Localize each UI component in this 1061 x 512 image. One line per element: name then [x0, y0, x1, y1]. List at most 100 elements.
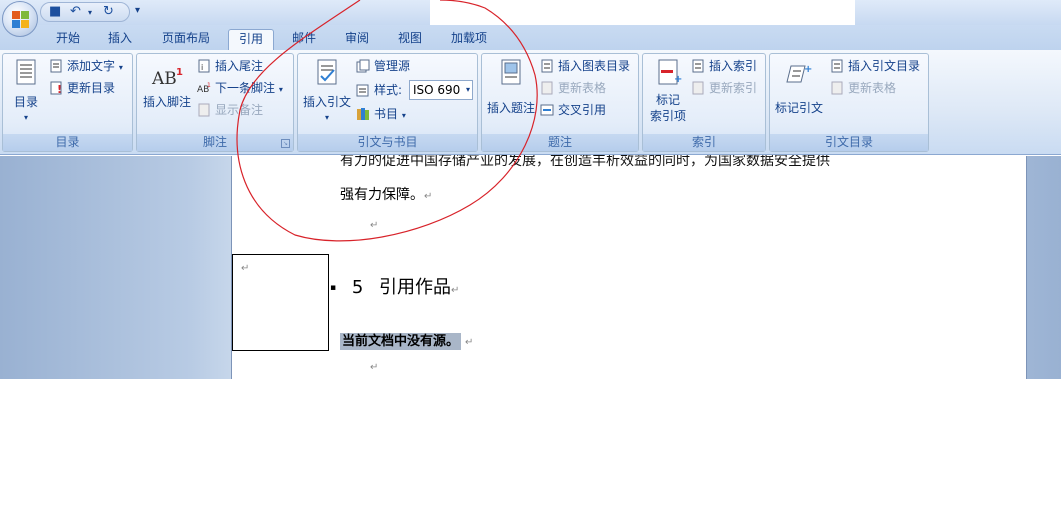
svg-text:i: i	[201, 63, 203, 72]
insert-index-icon	[691, 59, 706, 73]
insert-toa-icon	[830, 59, 845, 73]
insert-footnote-button[interactable]: AB 1 插入脚注	[141, 64, 193, 110]
tab-insert[interactable]: 插入	[102, 29, 138, 50]
footnotes-dialog-launcher-icon[interactable]: ↘	[281, 139, 290, 148]
insert-citation-label: 插入引文	[302, 95, 351, 109]
heading-5: ▪ 5 引用作品↵	[330, 273, 459, 299]
insert-index-label: 插入索引	[709, 59, 758, 73]
captions-update-table-button[interactable]: 更新表格	[540, 78, 606, 98]
tab-mailings[interactable]: 邮件	[286, 29, 322, 50]
paragraph-mark-icon: ↵	[370, 220, 379, 231]
tab-review[interactable]: 审阅	[339, 29, 375, 50]
footnote-icon: AB 1	[150, 64, 184, 90]
title-area	[430, 0, 855, 25]
heading-bullet: ▪	[330, 283, 337, 293]
update-toc-button[interactable]: ! 更新目录	[49, 78, 115, 98]
group-label-captions: 题注	[482, 134, 638, 151]
toc-icon	[12, 58, 40, 88]
insert-citation-icon	[313, 58, 341, 88]
show-notes-label: 显示备注	[215, 103, 264, 117]
no-sources-text[interactable]: 当前文档中没有源。	[340, 333, 462, 350]
show-notes-button[interactable]: 显示备注	[197, 100, 263, 120]
mark-entry-icon: +	[654, 58, 682, 88]
mark-citation-button[interactable]: + 标记引文	[772, 58, 826, 116]
insert-endnote-button[interactable]: i 插入尾注	[197, 56, 263, 76]
chevron-down-icon: ▾	[23, 113, 28, 122]
office-logo-icon	[12, 11, 29, 28]
undo-dropdown-icon[interactable]: ▾	[88, 8, 92, 17]
group-toc: 目录 ▾ 添加文字 ▾ ! 更新目录 目录	[2, 53, 133, 152]
tab-view[interactable]: 视图	[392, 29, 428, 50]
mark-citation-label: 标记引文	[774, 101, 823, 115]
redo-icon[interactable]: ↻	[103, 4, 114, 19]
insert-table-of-figures-label: 插入图表目录	[558, 59, 631, 73]
toc-button[interactable]: 目录 ▾	[7, 58, 45, 126]
add-text-label: 添加文字	[67, 59, 116, 73]
group-citations: 插入引文 ▾ 管理源 样式: ISO 690 ▾ 书目 ▾ 引文与书目	[297, 53, 478, 152]
tab-references[interactable]: 引用	[228, 29, 274, 50]
svg-text:AB: AB	[151, 69, 177, 89]
insert-endnote-label: 插入尾注	[215, 59, 264, 73]
paragraph-mark-icon: ↵	[424, 191, 433, 202]
chevron-down-icon: ▾	[324, 113, 329, 122]
mark-citation-icon: +	[785, 58, 813, 88]
insert-caption-button[interactable]: 插入题注	[484, 58, 538, 116]
group-label-index: 索引	[643, 134, 765, 151]
mark-entry-button[interactable]: + 标记 索引项	[645, 58, 691, 124]
update-index-button[interactable]: 更新索引	[691, 78, 757, 98]
bibliography-button[interactable]: 书目 ▾	[356, 104, 406, 124]
citation-style-value: ISO 690	[413, 83, 461, 97]
svg-text:1: 1	[207, 82, 211, 89]
endnote-icon: i	[197, 59, 212, 73]
office-button[interactable]	[2, 1, 38, 37]
insert-toa-button[interactable]: 插入引文目录	[830, 56, 920, 76]
heading-text: 引用作品	[379, 277, 452, 298]
insert-index-button[interactable]: 插入索引	[691, 56, 757, 76]
tab-home[interactable]: 开始	[50, 29, 86, 50]
no-sources-line: 当前文档中没有源。 ↵	[340, 330, 473, 350]
next-footnote-button[interactable]: AB 1 下一条脚注 ▾	[197, 78, 283, 98]
insert-caption-label: 插入题注	[486, 101, 535, 115]
update-table-icon	[540, 81, 555, 95]
text-box[interactable]: ↵	[232, 254, 329, 351]
bibliography-icon	[356, 107, 371, 121]
group-captions: 插入题注 插入图表目录 更新表格 交叉引用 题注	[481, 53, 639, 152]
insert-citation-button[interactable]: 插入引文 ▾	[300, 58, 354, 126]
paragraph-mark-icon: ↵	[451, 285, 460, 296]
group-index: + 标记 索引项 插入索引 更新索引 索引	[642, 53, 766, 152]
toa-update-table-button[interactable]: 更新表格	[830, 78, 896, 98]
paragraph-text: 强有力保障。	[340, 187, 424, 203]
group-footnotes: AB 1 插入脚注 i 插入尾注 AB 1 下一条脚注 ▾ 显示备注 脚注 ↘	[136, 53, 294, 152]
chevron-down-icon: ▾	[465, 85, 470, 94]
citation-style-select[interactable]: ISO 690 ▾	[409, 80, 473, 100]
insert-toa-label: 插入引文目录	[848, 59, 921, 73]
insert-caption-icon	[497, 58, 525, 88]
insert-table-of-figures-button[interactable]: 插入图表目录	[540, 56, 630, 76]
manage-sources-icon	[356, 59, 371, 73]
update-table-icon	[830, 81, 845, 95]
ribbon-tabs: 开始 插入 页面布局 引用 邮件 审阅 视图 加载项	[0, 25, 1061, 50]
text-line: 强有力保障。↵	[340, 184, 432, 204]
group-label-citations: 引文与书目	[298, 134, 477, 151]
qat-customize-icon[interactable]: ▾	[135, 5, 140, 16]
tab-page-layout[interactable]: 页面布局	[155, 29, 217, 50]
chevron-down-icon: ▾	[278, 85, 283, 94]
undo-icon[interactable]: ↶	[70, 4, 81, 19]
tab-addins[interactable]: 加载项	[446, 29, 492, 50]
show-notes-icon	[197, 103, 212, 117]
chevron-down-icon: ▾	[118, 63, 123, 72]
insert-footnote-label: 插入脚注	[142, 95, 191, 109]
ribbon: 目录 ▾ 添加文字 ▾ ! 更新目录 目录 AB 1 插入脚注 i 插入尾注 AB…	[0, 50, 1061, 155]
citation-style-label-wrap: 样式:	[356, 80, 402, 100]
cross-reference-button[interactable]: 交叉引用	[540, 100, 606, 120]
captions-update-table-label: 更新表格	[558, 81, 607, 95]
manage-sources-label: 管理源	[374, 59, 411, 73]
update-index-label: 更新索引	[709, 81, 758, 95]
bibliography-label: 书目	[374, 107, 399, 121]
svg-text:+: +	[674, 74, 682, 85]
paragraph-mark-icon: ↵	[370, 362, 379, 373]
manage-sources-button[interactable]: 管理源	[356, 56, 410, 76]
add-text-button[interactable]: 添加文字 ▾	[49, 56, 123, 76]
group-label-toc: 目录	[3, 134, 132, 151]
save-icon[interactable]: ■	[49, 4, 61, 19]
